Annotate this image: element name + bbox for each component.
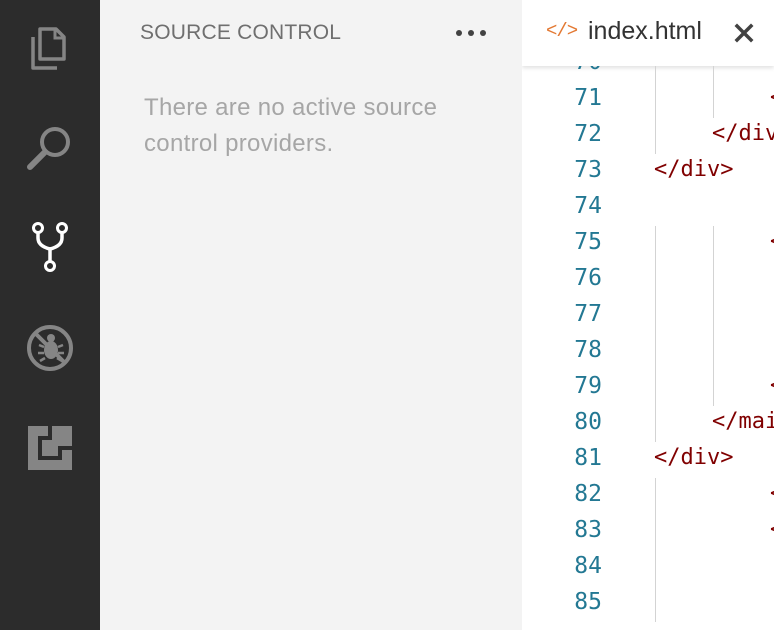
close-icon[interactable] xyxy=(732,21,756,45)
indent-guide xyxy=(713,226,714,262)
line-number: 70 xyxy=(574,66,602,75)
line-number: 81 xyxy=(574,445,602,471)
code-line: 72 </div xyxy=(522,118,774,154)
indent-guide xyxy=(655,334,656,370)
ellipsis-icon xyxy=(456,30,486,36)
indent-guide xyxy=(655,406,656,442)
tab-bar: </> index.html xyxy=(522,0,774,66)
line-number: 72 xyxy=(574,121,602,147)
code-line: 85 xyxy=(522,586,774,622)
code-text: < xyxy=(770,481,774,506)
indent-guide xyxy=(655,66,656,82)
indent-guide xyxy=(713,298,714,334)
indent-guide xyxy=(655,226,656,262)
tab-label: index.html xyxy=(588,17,702,45)
code-line: 71 < xyxy=(522,82,774,118)
source-control-panel: SOURCE CONTROL There are no active sourc… xyxy=(100,0,522,630)
indent-guide xyxy=(655,118,656,154)
line-number: 79 xyxy=(574,373,602,399)
explorer-icon[interactable] xyxy=(25,23,75,73)
indent-guide xyxy=(655,586,656,622)
source-control-icon[interactable] xyxy=(25,222,75,272)
code-line: 78 xyxy=(522,334,774,370)
extensions-icon[interactable] xyxy=(25,423,75,473)
code-line: 81 </div> xyxy=(522,442,774,478)
code-text: </div xyxy=(712,121,774,146)
indent-guide xyxy=(655,82,656,118)
editor: </> index.html 70 71 <72 </div 73 </div> 74 75 <… xyxy=(522,0,774,630)
code-lines: 70 71 <72 </div 73 </div> 74 75 <76 77 78 79 <80 </ma… xyxy=(522,66,774,622)
panel-title: SOURCE CONTROL xyxy=(140,21,342,44)
line-number: 84 xyxy=(574,553,602,579)
code-line: 80 </mai xyxy=(522,406,774,442)
activity-bar xyxy=(0,0,100,630)
line-number: 77 xyxy=(574,301,602,327)
indent-guide xyxy=(713,370,714,406)
indent-guide xyxy=(713,82,714,118)
line-number: 76 xyxy=(574,265,602,291)
indent-guide xyxy=(655,550,656,586)
code-text: < xyxy=(770,517,774,542)
more-actions-button[interactable] xyxy=(454,20,488,46)
code-text: < xyxy=(770,85,774,110)
line-number: 80 xyxy=(574,409,602,435)
code-line: 84 xyxy=(522,550,774,586)
code-line: 73 </div> xyxy=(522,154,774,190)
indent-guide xyxy=(655,370,656,406)
code-area[interactable]: 70 71 <72 </div 73 </div> 74 75 <76 77 78 79 <80 </ma… xyxy=(522,66,774,630)
code-text: </div> xyxy=(654,157,734,182)
code-line: 77 xyxy=(522,298,774,334)
indent-guide xyxy=(713,66,714,82)
indent-guide xyxy=(713,334,714,370)
code-line: 70 xyxy=(522,66,774,82)
line-number: 85 xyxy=(574,589,602,615)
code-line: 76 xyxy=(522,262,774,298)
search-icon[interactable] xyxy=(25,122,75,172)
indent-guide xyxy=(655,514,656,550)
code-text: </mai xyxy=(712,409,774,434)
debug-icon[interactable] xyxy=(25,323,75,373)
code-text: </div> xyxy=(654,445,734,470)
indent-guide xyxy=(655,478,656,514)
indent-guide xyxy=(655,262,656,298)
code-text: < xyxy=(770,373,774,398)
indent-guide xyxy=(655,298,656,334)
code-line: 75 < xyxy=(522,226,774,262)
line-number: 71 xyxy=(574,85,602,111)
code-line: 79 < xyxy=(522,370,774,406)
line-number: 83 xyxy=(574,517,602,543)
indent-guide xyxy=(713,262,714,298)
code-text: < xyxy=(770,229,774,254)
line-number: 78 xyxy=(574,337,602,363)
line-number: 74 xyxy=(574,193,602,219)
line-number: 75 xyxy=(574,229,602,255)
code-line: 83 < xyxy=(522,514,774,550)
line-number: 82 xyxy=(574,481,602,507)
code-line: 82 < xyxy=(522,478,774,514)
code-line: 74 xyxy=(522,190,774,226)
empty-state-message: There are no active source control provi… xyxy=(144,94,438,157)
tab-index-html[interactable]: </> index.html xyxy=(522,0,774,66)
line-number: 73 xyxy=(574,157,602,183)
html-file-icon: </> xyxy=(546,20,578,42)
